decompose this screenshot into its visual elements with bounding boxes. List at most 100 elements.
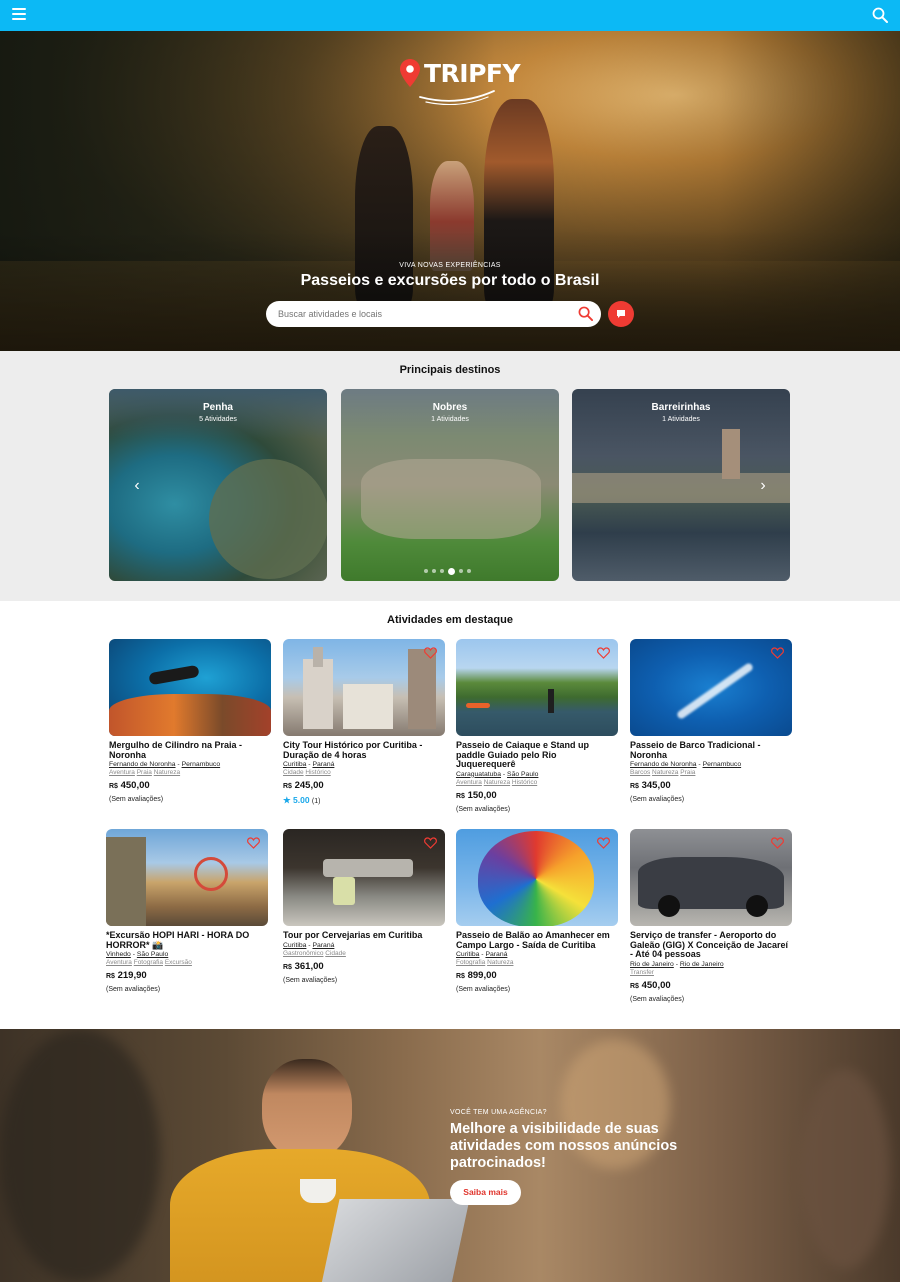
tag-link[interactable]: Histórico	[512, 779, 537, 786]
city-link[interactable]: Rio de Janeiro	[630, 961, 674, 968]
heart-icon[interactable]	[771, 647, 784, 659]
pager-dot-active[interactable]	[448, 567, 455, 575]
activity-title[interactable]: Passeio de Caiaque e Stand up paddle Gui…	[456, 740, 618, 770]
tag-link[interactable]: Aventura	[106, 959, 132, 966]
activity-image[interactable]	[283, 639, 445, 736]
state-link[interactable]: Rio de Janeiro	[680, 961, 724, 968]
activity-tags: Gastronômico Cidade	[283, 950, 445, 957]
activity-rating: ★ 5.00 (1)	[283, 795, 445, 806]
activity-card[interactable]: *Excursão HOPI HARI - HORA DO HORROR* 📸 …	[106, 829, 268, 993]
search-icon[interactable]	[872, 7, 888, 23]
pager-dot[interactable]	[424, 569, 428, 573]
heart-icon[interactable]	[424, 837, 437, 849]
activity-card[interactable]: Passeio de Barco Tradicional - Noronha F…	[630, 639, 792, 803]
activity-title[interactable]: Serviço de transfer - Aeroporto do Galeã…	[630, 930, 792, 960]
activity-image[interactable]	[630, 829, 792, 926]
hero-eyebrow: VIVA NOVAS EXPERIÊNCIAS	[399, 262, 501, 269]
carousel-next-arrow[interactable]: ›	[756, 478, 770, 494]
activity-title[interactable]: Mergulho de Cilindro na Praia - Noronha	[109, 740, 271, 760]
hamburger-icon[interactable]	[12, 8, 26, 22]
activity-card[interactable]: Mergulho de Cilindro na Praia - Noronha …	[109, 639, 271, 803]
heart-icon[interactable]	[771, 837, 784, 849]
rating-count: (1)	[311, 798, 321, 805]
tag-link[interactable]: Fotografia	[456, 959, 485, 966]
featured-activities-section: Atividades em destaque Mergulho de Cilin…	[0, 601, 900, 1029]
pager-dot[interactable]	[467, 569, 471, 573]
city-link[interactable]: Caraguatatuba	[456, 771, 501, 778]
activity-reviews: (Sem avaliações)	[109, 796, 164, 803]
city-link[interactable]: Curitiba	[283, 761, 306, 768]
activity-card[interactable]: Serviço de transfer - Aeroporto do Galeã…	[630, 829, 792, 1003]
city-link[interactable]: Curitiba	[283, 942, 306, 949]
tag-link[interactable]: Gastronômico	[283, 950, 323, 957]
tag-link[interactable]: Cidade	[325, 950, 346, 957]
heart-icon[interactable]	[597, 647, 610, 659]
heart-icon[interactable]	[597, 837, 610, 849]
activity-reviews: (Sem avaliações)	[630, 995, 685, 1003]
heart-icon[interactable]	[247, 837, 260, 849]
section-title: Principais destinos	[399, 364, 501, 376]
tag-link[interactable]: Praia	[137, 769, 152, 776]
chat-button[interactable]	[608, 301, 634, 327]
activity-title[interactable]: Tour por Cervejarias em Curitiba	[283, 930, 445, 941]
city-link[interactable]: Curitiba	[456, 951, 479, 958]
activity-image[interactable]	[283, 829, 445, 926]
destination-card-nobres[interactable]: Nobres 1 Atividades	[341, 389, 559, 581]
tag-link[interactable]: Praia	[680, 769, 695, 776]
pager-dot[interactable]	[440, 569, 444, 573]
activity-tags: Barcos Natureza Praia	[630, 769, 792, 776]
state-link[interactable]: Paraná	[485, 951, 507, 958]
activity-price: R$ 450,00	[109, 780, 150, 791]
tag-link[interactable]: Aventura	[456, 779, 482, 786]
heart-icon[interactable]	[424, 647, 437, 659]
activity-title[interactable]: *Excursão HOPI HARI - HORA DO HORROR* 📸	[106, 930, 268, 950]
carousel-prev-arrow[interactable]: ‹	[130, 478, 144, 494]
state-link[interactable]: São Paulo	[137, 951, 168, 958]
destination-count: 5 Atividades	[199, 416, 237, 423]
activity-location: Curitiba - Paraná	[283, 941, 335, 949]
activity-title[interactable]: Passeio de Barco Tradicional - Noronha	[630, 740, 792, 760]
activity-image[interactable]	[106, 829, 268, 926]
state-link[interactable]: Pernambuco	[703, 761, 742, 768]
activity-image[interactable]	[456, 639, 618, 736]
tag-link[interactable]: Histórico	[305, 769, 330, 776]
tag-link[interactable]: Barcos	[630, 769, 650, 776]
city-link[interactable]: Fernando de Noronha	[109, 761, 176, 768]
activity-card[interactable]: Passeio de Balão ao Amanhecer em Campo L…	[456, 829, 618, 993]
tag-link[interactable]: Excursão	[165, 959, 192, 966]
activity-card[interactable]: Tour por Cervejarias em Curitiba Curitib…	[283, 829, 445, 984]
tag-link[interactable]: Aventura	[109, 769, 135, 776]
pager-dot[interactable]	[432, 569, 436, 573]
learn-more-button[interactable]: Saiba mais	[450, 1180, 521, 1205]
search-icon[interactable]	[578, 306, 593, 321]
tag-link[interactable]: Transfer	[630, 969, 654, 976]
state-link[interactable]: Paraná	[312, 942, 334, 949]
activity-location: Vinhedo - São Paulo	[106, 951, 169, 958]
pager-dot[interactable]	[459, 569, 463, 573]
activity-card[interactable]: Passeio de Caiaque e Stand up paddle Gui…	[456, 639, 618, 813]
tag-link[interactable]: Fotografia	[134, 959, 163, 966]
tag-link[interactable]: Natureza	[154, 769, 180, 776]
tag-link[interactable]: Natureza	[652, 769, 678, 776]
activity-title[interactable]: Passeio de Balão ao Amanhecer em Campo L…	[456, 930, 618, 950]
activity-location: Curitiba - Paraná	[283, 761, 335, 768]
activity-image[interactable]	[109, 639, 271, 736]
tag-link[interactable]: Natureza	[487, 959, 513, 966]
state-link[interactable]: Paraná	[312, 761, 334, 768]
promo-photo-person	[262, 1059, 352, 1159]
city-link[interactable]: Fernando de Noronha	[630, 761, 697, 768]
tripfy-logo[interactable]: TRIPFY	[396, 57, 521, 107]
city-link[interactable]: Vinhedo	[106, 951, 131, 958]
activity-image[interactable]	[630, 639, 792, 736]
destination-name: Penha	[202, 402, 233, 413]
tag-link[interactable]: Natureza	[484, 779, 510, 786]
activity-title[interactable]: City Tour Histórico por Curitiba - Duraç…	[283, 740, 445, 760]
chat-icon	[617, 310, 625, 318]
search-input[interactable]	[278, 305, 568, 323]
state-link[interactable]: Pernambuco	[182, 761, 221, 768]
activity-image[interactable]	[456, 829, 618, 926]
activity-price: R$ 345,00	[630, 780, 671, 791]
tag-link[interactable]: Cidade	[283, 769, 304, 776]
activity-card[interactable]: City Tour Histórico por Curitiba - Duraç…	[283, 639, 445, 806]
state-link[interactable]: São Paulo	[507, 771, 538, 778]
